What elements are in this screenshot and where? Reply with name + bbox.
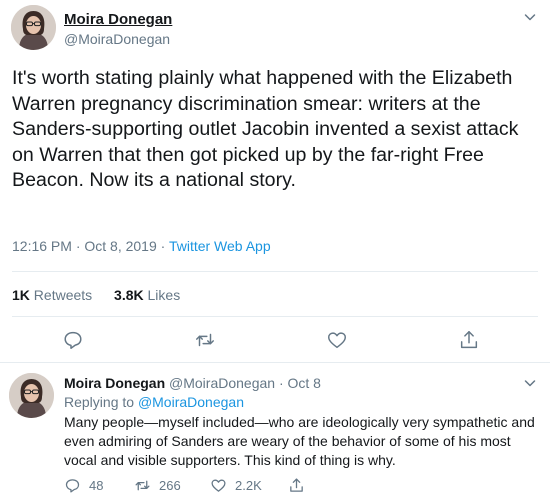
retweet-button[interactable]: 266	[134, 477, 181, 494]
reply-icon	[65, 479, 80, 493]
divider	[12, 316, 538, 317]
like-icon[interactable]	[326, 329, 348, 351]
like-count: 2.2K	[235, 478, 262, 493]
replying-prefix: Replying to	[64, 394, 135, 410]
share-icon[interactable]	[458, 329, 480, 351]
tweet-meta: 12:16 PM · Oct 8, 2019 · Twitter Web App	[12, 238, 271, 254]
retweet-count: 266	[159, 478, 181, 493]
replying-to: Replying to @MoiraDonegan	[64, 394, 244, 410]
reply-author-name[interactable]: Moira Donegan	[64, 375, 165, 391]
likes-stat[interactable]: 3.8K Likes	[114, 287, 180, 303]
share-icon	[290, 478, 303, 492]
reply-count: 48	[89, 478, 104, 493]
reply-action-bar: 48 266 2.2K	[64, 477, 364, 497]
retweet-icon[interactable]	[194, 329, 216, 351]
divider	[12, 271, 538, 272]
reply-author-handle[interactable]: @MoiraDonegan	[169, 375, 275, 391]
avatar[interactable]	[11, 5, 56, 50]
replying-to-handle[interactable]: @MoiraDonegan	[138, 394, 244, 410]
likes-label: Likes	[147, 287, 181, 303]
retweet-icon	[135, 480, 150, 491]
share-button[interactable]	[288, 477, 305, 494]
author-handle[interactable]: @MoiraDonegan	[64, 31, 170, 47]
reply-button[interactable]: 48	[64, 477, 103, 494]
avatar[interactable]	[9, 373, 54, 418]
chevron-down-icon[interactable]	[522, 375, 538, 391]
tweet-text: It's worth stating plainly what happened…	[12, 67, 519, 191]
reply-header: Moira Donegan @MoiraDonegan · Oct 8	[64, 375, 321, 391]
separator: ·	[278, 375, 284, 391]
retweets-stat[interactable]: 1K Retweets	[12, 287, 92, 303]
main-tweet: Moira Donegan @MoiraDonegan It's worth s…	[0, 0, 550, 362]
engagement-stats: 1K Retweets 3.8K Likes	[12, 287, 198, 303]
reply-icon[interactable]	[62, 329, 84, 351]
chevron-down-icon[interactable]	[522, 9, 538, 25]
author-name[interactable]: Moira Donegan	[64, 11, 172, 28]
retweets-count: 1K	[12, 287, 30, 303]
tweet-timestamp[interactable]: 12:16 PM · Oct 8, 2019 ·	[12, 238, 169, 254]
likes-count: 3.8K	[114, 287, 144, 303]
like-button[interactable]: 2.2K	[210, 477, 262, 494]
reply-text: Many people—myself included—who are ideo…	[64, 414, 535, 468]
reply-date[interactable]: Oct 8	[288, 375, 321, 391]
source-app-link[interactable]: Twitter Web App	[169, 238, 271, 254]
retweets-label: Retweets	[33, 287, 93, 303]
reply-tweet[interactable]: Moira Donegan @MoiraDonegan · Oct 8 Repl…	[0, 363, 550, 503]
like-icon	[211, 479, 226, 492]
